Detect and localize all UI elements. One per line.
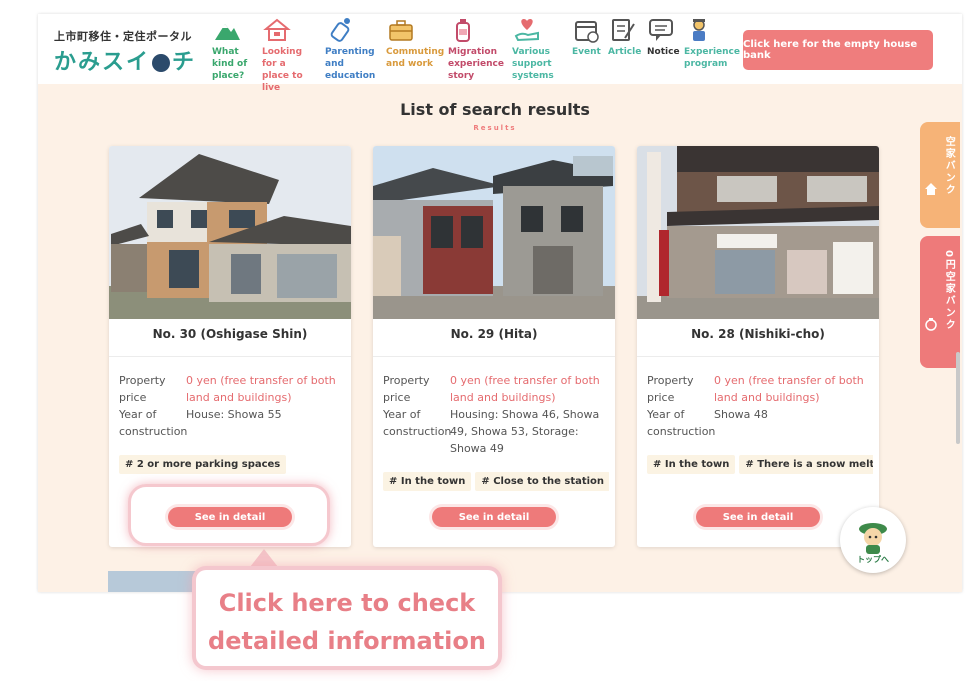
- scrollbar[interactable]: [956, 352, 960, 444]
- price-value: 0 yen (free transfer of both land and bu…: [186, 374, 336, 404]
- nav-looking-for-place[interactable]: Looking for a place to live: [262, 16, 314, 94]
- nav-parenting-education[interactable]: Parenting and education: [325, 16, 375, 82]
- year-value: Housing: Showa 46, Showa 49, Showa 53, S…: [450, 408, 600, 455]
- year-value: House: Showa 55: [186, 408, 282, 421]
- person-icon: [693, 19, 705, 41]
- price-label: Property price: [119, 374, 166, 404]
- tag[interactable]: # In the town: [383, 472, 472, 491]
- property-details: Property price 0 yen (free transfer of bo…: [383, 372, 609, 457]
- nav-what-kind-of-place[interactable]: What kind of place?: [212, 16, 250, 82]
- divider: [373, 356, 615, 357]
- nav-commuting-work[interactable]: Commuting and work: [386, 16, 444, 70]
- heart-hand-icon: [514, 19, 539, 42]
- callout-highlight-ring: [128, 484, 330, 546]
- logo-text-b: チ: [172, 50, 197, 75]
- money-bag-icon: [925, 317, 937, 331]
- property-photo: [109, 146, 351, 319]
- briefcase-icon: [389, 20, 413, 41]
- property-photo: [637, 146, 879, 319]
- zero-yen-bank-tab[interactable]: 0円空家バンク: [920, 236, 960, 368]
- nav-migration-story[interactable]: Migration experience story: [448, 16, 504, 82]
- property-card[interactable]: No. 28 (Nishiki-cho) Property price 0 yen…: [637, 146, 879, 547]
- callout-pointer: [250, 549, 278, 567]
- nav-notice[interactable]: Notice: [647, 16, 680, 58]
- calendar-icon: [575, 21, 599, 43]
- year-value: Showa 48: [714, 408, 768, 421]
- logo-text-a: かみスイ: [54, 50, 151, 75]
- baby-bottle-icon: [330, 18, 350, 42]
- tag[interactable]: # There is a snow melting: [739, 455, 873, 474]
- nav-article[interactable]: Article: [608, 16, 642, 58]
- page-subtitle: Results: [473, 124, 517, 132]
- property-details: Property price 0 yen (free transfer of bo…: [647, 372, 873, 440]
- nav-support-systems[interactable]: Various support systems: [512, 16, 560, 82]
- nav-experience-program[interactable]: Experience program: [684, 16, 740, 70]
- tag-list: # 2 or more parking spaces: [119, 452, 345, 474]
- tag[interactable]: # Close to the station: [475, 472, 609, 491]
- page-title: List of search results: [400, 100, 590, 119]
- site-header: 上市町移住・定住ポータル かみスイチ What kind of place? L…: [38, 14, 962, 93]
- price-label: Property price: [647, 374, 694, 404]
- bottle-icon: [456, 19, 470, 42]
- property-details: Property price 0 yen (free transfer of bo…: [119, 372, 345, 440]
- divider: [109, 356, 351, 357]
- see-in-detail-button[interactable]: See in detail: [696, 507, 820, 527]
- year-label: Year of construction: [383, 408, 452, 438]
- callout-text: Click here to check detailed information: [208, 589, 486, 655]
- year-label: Year of construction: [647, 408, 716, 438]
- divider: [637, 356, 879, 357]
- property-photo: [373, 146, 615, 319]
- mountain-icon: [215, 24, 240, 40]
- price-label: Property price: [383, 374, 430, 404]
- card-title: No. 28 (Nishiki-cho): [691, 327, 825, 341]
- akiya-bank-tab[interactable]: 空家バンク: [920, 122, 960, 228]
- tag[interactable]: # In the town: [647, 455, 736, 474]
- tag-list: # In the town# Close to the station# L: [383, 469, 609, 491]
- price-value: 0 yen (free transfer of both land and bu…: [714, 374, 864, 404]
- year-label: Year of construction: [119, 408, 188, 438]
- card-title: No. 29 (Hita): [450, 327, 538, 341]
- logo-character-icon: [152, 54, 171, 72]
- site-logo[interactable]: かみスイチ: [54, 44, 196, 76]
- house-icon: [924, 183, 937, 195]
- empty-house-bank-button[interactable]: Click here for the empty house bank: [743, 30, 933, 70]
- logo-tagline: 上市町移住・定住ポータル: [54, 30, 192, 43]
- see-in-detail-button[interactable]: See in detail: [432, 507, 556, 527]
- notebook-icon: [612, 19, 635, 41]
- tag[interactable]: # 2 or more parking spaces: [119, 455, 287, 474]
- speech-bubble-icon: [649, 19, 673, 41]
- price-value: 0 yen (free transfer of both land and bu…: [450, 374, 600, 404]
- callout-box: Click here to check detailed information: [192, 566, 502, 670]
- tag-list: # In the town# There is a snow melting: [647, 452, 873, 474]
- house-icon: [263, 18, 291, 41]
- nav-event[interactable]: Event: [572, 16, 602, 58]
- back-to-top-button[interactable]: トップへ: [840, 507, 906, 573]
- card-title: No. 30 (Oshigase Shin): [152, 327, 308, 341]
- property-card[interactable]: No. 29 (Hita) Property price 0 yen (free …: [373, 146, 615, 547]
